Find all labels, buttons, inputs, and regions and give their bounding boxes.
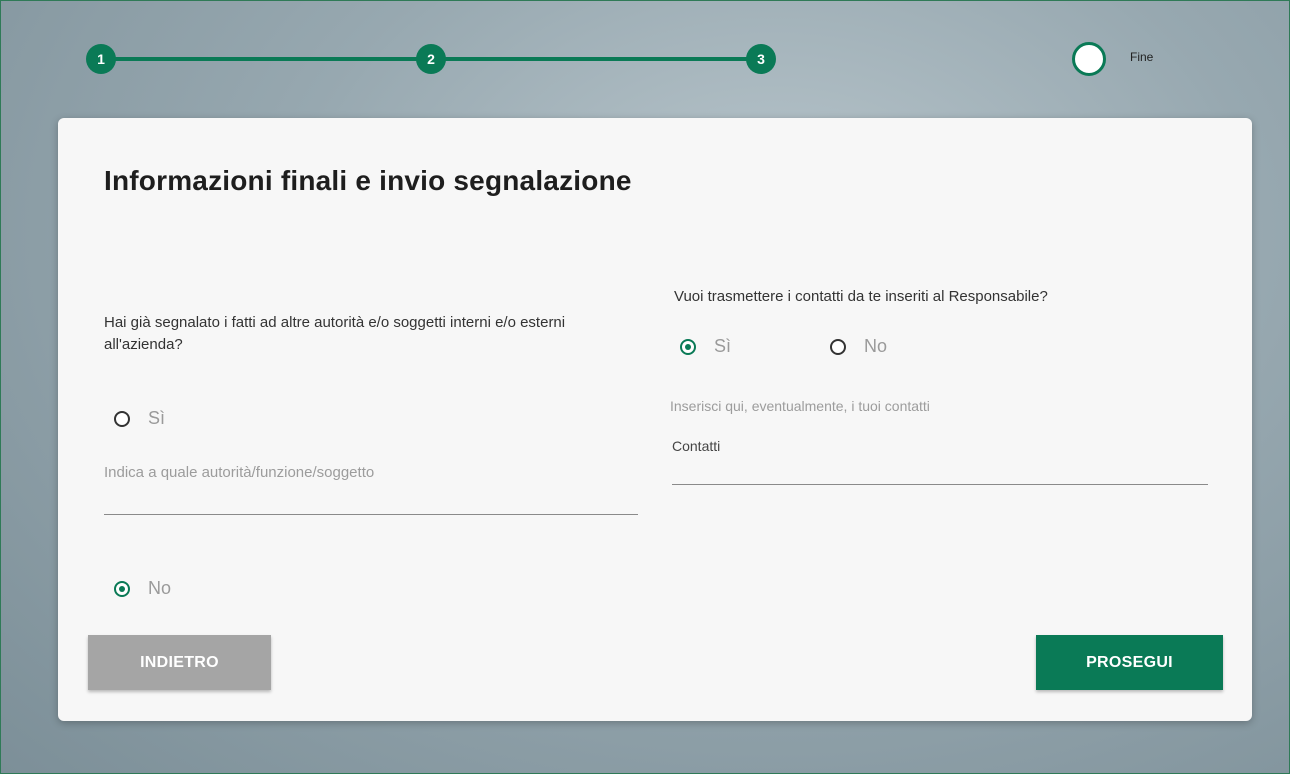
radio-transmit-no[interactable]: No: [830, 336, 887, 357]
contacts-label: Contatti: [672, 438, 721, 454]
radio-reported-no-label: No: [148, 578, 172, 598]
step-2: 2: [416, 44, 446, 74]
step-1: 1: [86, 44, 116, 74]
next-button[interactable]: PROSEGUI: [1036, 635, 1223, 690]
step-connector-1-2: [112, 57, 422, 61]
step-3: 3: [746, 44, 776, 74]
progress-stepper: 1 2 3 Fine: [0, 0, 1290, 110]
authority-input[interactable]: [104, 464, 638, 481]
radio-transmit-yes-label: Sì: [714, 336, 732, 356]
radio-reported-no-indicator: [114, 580, 130, 597]
radio-reported-yes-indicator: [114, 410, 130, 427]
radio-reported-yes[interactable]: Sì: [114, 408, 165, 429]
question-reported-elsewhere: Hai già segnalato i fatti ad altre autor…: [104, 314, 566, 353]
step-final-label: Fine: [1130, 50, 1154, 64]
question-transmit-contacts: Vuoi trasmettere i contatti da te inseri…: [674, 288, 1048, 305]
contacts-input[interactable]: [672, 460, 1208, 477]
step-connector-2-3: [442, 57, 754, 61]
radio-transmit-no-indicator: [830, 338, 846, 355]
radio-transmit-yes-indicator: [680, 338, 696, 355]
contacts-field[interactable]: [672, 460, 1208, 485]
page-title: Informazioni finali e invio segnalazione: [104, 165, 632, 196]
radio-transmit-yes[interactable]: Sì: [680, 336, 731, 357]
radio-reported-yes-label: Sì: [148, 408, 166, 428]
radio-transmit-no-label: No: [864, 336, 888, 356]
form-card: Informazioni finali e invio segnalazione…: [58, 118, 1252, 721]
back-button[interactable]: INDIETRO: [88, 635, 271, 690]
authority-field[interactable]: [104, 464, 638, 515]
contacts-hint: Inserisci qui, eventualmente, i tuoi con…: [670, 398, 930, 414]
radio-reported-no[interactable]: No: [114, 578, 171, 599]
step-final: [1072, 42, 1106, 76]
